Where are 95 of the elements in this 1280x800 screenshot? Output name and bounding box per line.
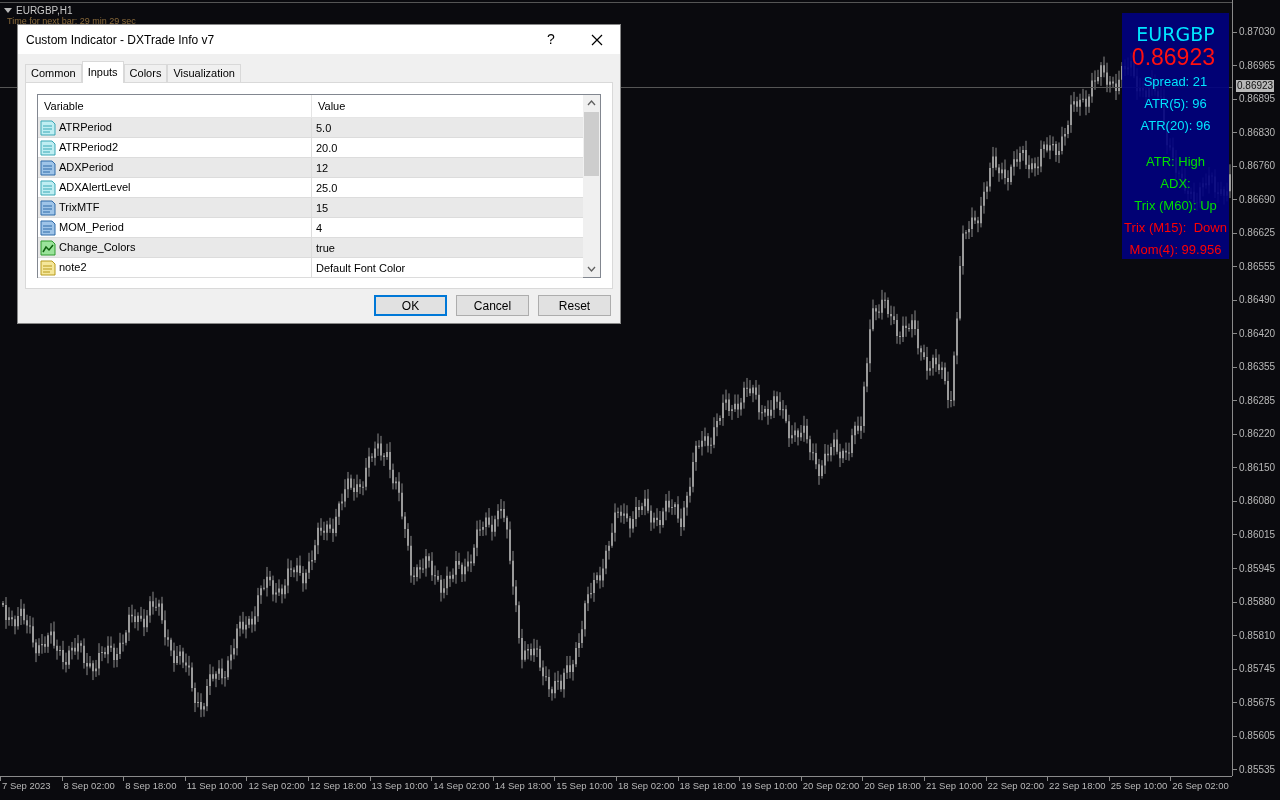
variable-name: ADXPeriod: [59, 160, 114, 176]
info-symbol: EURGBP: [1136, 23, 1215, 45]
price-axis-label: 0.86895: [1239, 93, 1276, 106]
price-axis-label: 0.86965: [1239, 59, 1276, 72]
variable-value[interactable]: true: [312, 238, 583, 257]
dialog-title: Custom Indicator - DXTrade Info v7: [26, 31, 216, 49]
dialog-button[interactable]: Cancel: [456, 295, 529, 316]
document-icon: [40, 179, 56, 196]
price-axis-label: 0.86285: [1239, 394, 1276, 407]
price-axis-label: 0.86420: [1239, 327, 1276, 340]
time-axis-label: 8 Sep 18:00: [125, 779, 177, 793]
time-axis-label: 18 Sep 02:00: [617, 779, 675, 793]
variable-name: note2: [59, 260, 87, 276]
info-line: Mom(4): 99.956: [1129, 241, 1222, 259]
variable-name: ADXAlertLevel: [59, 180, 131, 196]
document-icon: [40, 139, 56, 156]
time-axis-label: 20 Sep 18:00: [864, 779, 921, 793]
time-axis-label: 25 Sep 10:00: [1110, 779, 1168, 793]
chart-symbol-title: EURGBP,H1: [16, 4, 73, 17]
current-price-label: 0.86923: [1236, 80, 1275, 93]
price-axis-label: 0.86555: [1239, 260, 1276, 273]
time-axis-label: 12 Sep 18:00: [309, 779, 367, 793]
time-axis-label: 18 Sep 18:00: [679, 779, 737, 793]
price-axis-label: 0.85675: [1239, 696, 1276, 709]
price-axis-label: 0.87030: [1239, 26, 1276, 38]
dialog-tab[interactable]: Colors: [123, 64, 168, 82]
price-axis-label: 0.86830: [1239, 126, 1276, 139]
time-axis-label: 26 Sep 02:00: [1172, 779, 1229, 793]
variable-value[interactable]: 4: [312, 218, 583, 237]
time-axis-label: 22 Sep 18:00: [1049, 779, 1106, 793]
variable-name: ATRPeriod: [59, 120, 112, 136]
variable-value[interactable]: 5.0: [312, 118, 583, 137]
price-axis-label: 0.85880: [1239, 596, 1276, 609]
dropdown-triangle-icon[interactable]: [4, 8, 12, 14]
price-axis-label: 0.85745: [1239, 663, 1276, 676]
variable-value[interactable]: Default Font Color: [312, 258, 583, 277]
variable-value[interactable]: 25.0: [312, 178, 583, 197]
info-line: Trix (M60): Up: [1134, 197, 1217, 215]
price-axis-label: 0.85605: [1239, 730, 1276, 743]
document-icon: [40, 159, 56, 176]
price-axis-label: 0.86150: [1239, 461, 1276, 474]
column-header[interactable]: Value: [312, 95, 583, 117]
price-axis-label: 0.86220: [1239, 428, 1276, 441]
price-axis-label: 0.86760: [1239, 160, 1276, 173]
price-axis-label: 0.86625: [1239, 227, 1276, 240]
price-axis-label: 0.86080: [1239, 495, 1276, 508]
price-axis-label: 0.86355: [1239, 361, 1276, 374]
variable-value[interactable]: 20.0: [312, 138, 583, 157]
variable-name: Change_Colors: [59, 240, 136, 256]
info-line: Trix (M15): Down: [1124, 219, 1227, 237]
time-axis-label: 11 Sep 10:00: [186, 779, 243, 793]
close-icon: [591, 33, 603, 46]
info-line: ATR(20): 96: [1140, 117, 1211, 135]
price-axis-label: 0.85535: [1239, 763, 1276, 776]
variable-name: ATRPeriod2: [59, 140, 119, 156]
price-axis-label: 0.86015: [1239, 528, 1276, 541]
dialog-tab[interactable]: Common: [25, 64, 82, 82]
document-icon: [40, 219, 56, 236]
price-axis-label: 0.85945: [1239, 562, 1276, 575]
bar-timer-text: Time for next bar: 29 min 29 sec: [7, 16, 136, 26]
dialog-button[interactable]: OK: [374, 295, 447, 316]
time-axis-label: 20 Sep 02:00: [802, 779, 860, 793]
dialog-tab[interactable]: Visualization: [167, 64, 241, 82]
column-header[interactable]: Variable: [38, 95, 312, 117]
chart-line-icon: [40, 239, 56, 256]
dialog-button[interactable]: Reset: [538, 295, 611, 316]
scrollbar-thumb[interactable]: [584, 112, 599, 176]
time-axis-label: 13 Sep 10:00: [371, 779, 429, 793]
time-axis-label: 22 Sep 02:00: [987, 779, 1045, 793]
price-axis-label: 0.86690: [1239, 193, 1276, 206]
dialog-tab[interactable]: Inputs: [81, 61, 124, 83]
document-icon: [40, 119, 56, 136]
document-icon: [40, 199, 56, 216]
time-axis-label: 19 Sep 10:00: [741, 779, 798, 793]
price-axis-label: 0.86490: [1239, 294, 1276, 307]
variable-value[interactable]: 15: [312, 198, 583, 217]
variable-name: TrixMTF: [59, 200, 100, 216]
time-axis-label: 12 Sep 02:00: [248, 779, 305, 793]
time-axis-label: 8 Sep 02:00: [63, 779, 115, 793]
info-line: ADX:: [1160, 175, 1191, 193]
info-line: ATR: High: [1146, 153, 1205, 171]
time-axis-label: 21 Sep 10:00: [925, 779, 983, 793]
time-axis-label: 15 Sep 10:00: [556, 779, 613, 793]
time-axis-label: 14 Sep 02:00: [433, 779, 490, 793]
help-button[interactable]: ?: [528, 25, 574, 54]
time-axis-label: 7 Sep 2023: [2, 779, 51, 793]
scrollbar[interactable]: [583, 95, 600, 277]
info-line: Spread: 21: [1143, 73, 1208, 91]
variable-name: MOM_Period: [59, 220, 124, 236]
variable-value[interactable]: 12: [312, 158, 583, 177]
time-axis-label: 14 Sep 18:00: [494, 779, 552, 793]
info-price: 0.86923: [1131, 45, 1215, 69]
info-line: ATR(5): 96: [1144, 95, 1207, 113]
document-icon: [40, 259, 56, 276]
price-axis-label: 0.85810: [1239, 629, 1276, 642]
